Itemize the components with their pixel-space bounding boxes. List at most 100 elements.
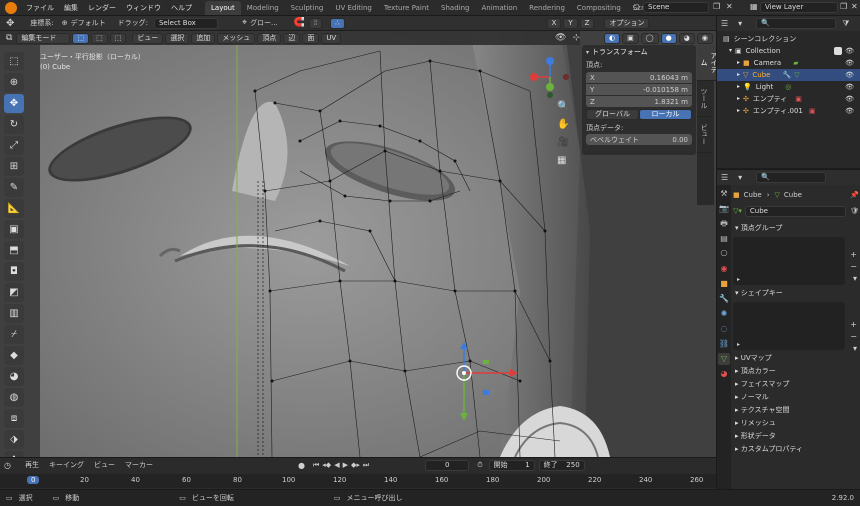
inset-tool-icon[interactable]: ◘	[4, 262, 24, 281]
3d-viewport[interactable]: ⧉ 編集モード ⬚ ⬚ ⬚ ビュー 選択 追加 メッシュ 頂点 辺 面 UV 👁…	[0, 31, 716, 457]
collapse-arrow-icon[interactable]: ▾	[586, 49, 589, 56]
view-layer-selector[interactable]: View Layer	[760, 2, 838, 13]
spin-tool-icon[interactable]: ◕	[4, 367, 24, 386]
shape-menu-icon[interactable]: ▾	[853, 344, 857, 353]
material-props-icon[interactable]: ◕	[718, 368, 730, 380]
bevel-weight-field[interactable]: ベベルウェイト 0.00	[586, 134, 692, 145]
tab-texture-paint[interactable]: Texture Paint	[378, 1, 435, 15]
transform-tool-icon[interactable]: ✥	[6, 18, 14, 29]
list-expand-icon[interactable]: ▸	[737, 276, 740, 283]
menu-file[interactable]: ファイル	[21, 0, 59, 16]
menu-window[interactable]: ウィンドウ	[121, 0, 166, 16]
menu-select[interactable]: 選択	[165, 32, 190, 44]
playback-menu[interactable]: 再生	[25, 460, 39, 470]
shape-add-icon[interactable]: +	[850, 320, 857, 329]
list-expand-icon[interactable]: ▸	[737, 341, 740, 348]
add-cube-tool-icon[interactable]: ▣	[4, 220, 24, 239]
coord-value[interactable]: デフォルト	[71, 18, 106, 28]
checkbox-icon[interactable]	[834, 47, 842, 55]
z-field[interactable]: Z 1.8321 m	[586, 96, 692, 107]
expand-icon[interactable]: ▸	[737, 105, 740, 117]
play-reverse-icon[interactable]: ◀	[334, 461, 339, 469]
eye-icon[interactable]: 👁	[845, 81, 854, 93]
filter-icon[interactable]: ▾	[738, 19, 742, 28]
coord-pivot-icon[interactable]: ⊕	[62, 19, 68, 27]
copy-view-layer-icon[interactable]: ❐	[840, 2, 847, 11]
vertex-select-mode[interactable]: ⬚	[72, 32, 90, 44]
loop-cut-tool-icon[interactable]: ▥	[4, 304, 24, 323]
menu-uv[interactable]: UV	[321, 32, 342, 44]
section-shape-keys[interactable]: ▾ シェイプキー	[733, 287, 859, 300]
menu-mesh[interactable]: メッシュ	[217, 32, 256, 44]
mirror-z-button[interactable]: Z	[579, 17, 595, 29]
overlay-icon[interactable]: ◐	[604, 33, 621, 44]
visibility-icon[interactable]: 👁	[555, 33, 566, 43]
tab-uv-editing[interactable]: UV Editing	[329, 1, 378, 15]
outliner-row-camera[interactable]: ▸ ■ Camera ▰ 👁	[717, 57, 860, 69]
extrude-tool-icon[interactable]: ⬒	[4, 241, 24, 260]
list-add-icon[interactable]: +	[850, 250, 857, 259]
expand-icon[interactable]: ▸	[737, 93, 740, 105]
menu-view[interactable]: ビュー	[132, 32, 164, 44]
render-props-icon[interactable]: 📷	[718, 203, 730, 215]
pan-hand-icon[interactable]: ✋	[557, 119, 573, 137]
constraints-props-icon[interactable]: ⛓	[718, 338, 730, 350]
expand-icon[interactable]: ▸	[737, 69, 740, 81]
grid-toggle-icon[interactable]: ▦	[557, 155, 573, 173]
jump-start-icon[interactable]: ⏮	[313, 461, 319, 470]
select-box-tool-icon[interactable]: ⬚	[4, 52, 24, 71]
edge-select-mode[interactable]: ⬚	[91, 32, 108, 44]
move-tool-icon[interactable]: ✥	[4, 94, 24, 113]
properties-search[interactable]: 🔍	[756, 172, 827, 183]
x-field[interactable]: X 0.16043 m	[586, 72, 692, 83]
menu-vertex[interactable]: 頂点	[257, 32, 282, 44]
eye-icon[interactable]: 👁	[845, 57, 854, 69]
section-texture-space[interactable]: ▸ テクスチャ空間	[733, 404, 859, 417]
section-custom-properties[interactable]: ▸ カスタムプロパティ	[733, 443, 859, 456]
outliner-row-empty-001[interactable]: ▸ ✣ エンプティ.001 ▣ 👁	[717, 105, 860, 117]
view-layer-props-icon[interactable]: ▤	[718, 233, 730, 245]
timeline-ruler[interactable]: 0 20 40 60 80 100 120 140 160 180 200 22…	[0, 474, 716, 488]
eye-icon[interactable]: 👁	[845, 105, 854, 117]
transform-pivot[interactable]: グロー...	[250, 18, 278, 28]
scale-tool-icon[interactable]: ⤢	[4, 136, 24, 155]
snap-type-button[interactable]: ⦙⦙	[308, 17, 323, 29]
close-scene-icon[interactable]: ✕	[726, 2, 733, 11]
tool-props-icon[interactable]: ⚒	[718, 188, 730, 200]
shrink-fatten-tool-icon[interactable]: ⬗	[4, 430, 24, 449]
tab-animation[interactable]: Animation	[475, 1, 523, 15]
menu-add[interactable]: 追加	[191, 32, 216, 44]
rotate-tool-icon[interactable]: ↻	[4, 115, 24, 134]
outliner-type-icon[interactable]: ☰	[721, 19, 728, 28]
section-uv-maps[interactable]: ▸ UVマップ	[733, 352, 859, 365]
outliner-row-empty[interactable]: ▸ ✣ エンプティ ▣ 👁	[717, 93, 860, 105]
eye-icon[interactable]: 👁	[845, 45, 854, 57]
view-menu[interactable]: ビュー	[94, 460, 115, 470]
section-remesh[interactable]: ▸ リメッシュ	[733, 417, 859, 430]
section-vertex-groups[interactable]: ▾ 頂点グループ	[733, 222, 859, 235]
world-props-icon[interactable]: ◉	[718, 263, 730, 275]
properties-type-icon[interactable]: ☰	[721, 173, 728, 182]
edge-slide-tool-icon[interactable]: ⧈	[4, 409, 24, 428]
eye-icon[interactable]: 👁	[845, 69, 854, 81]
modifier-props-icon[interactable]: 🔧	[718, 293, 730, 305]
pin-icon[interactable]: 📌	[850, 191, 859, 199]
jump-end-icon[interactable]: ⏭	[363, 461, 369, 470]
fake-user-icon[interactable]: 🛡	[850, 207, 859, 215]
shape-keys-list[interactable]: ▸	[733, 302, 845, 350]
outliner-row-light[interactable]: ▸ 💡 Light ◎ 👁	[717, 81, 860, 93]
mode-selector[interactable]: 編集モード	[16, 32, 71, 44]
options-button[interactable]: オプション	[604, 17, 650, 29]
poly-build-tool-icon[interactable]: ◆	[4, 346, 24, 365]
copy-scene-icon[interactable]: ❐	[713, 2, 720, 11]
measure-tool-icon[interactable]: 📐	[4, 199, 24, 218]
face-select-mode[interactable]: ⬚	[109, 32, 127, 44]
mesh-name-field[interactable]: Cube	[744, 205, 847, 217]
particles-props-icon[interactable]: ✺	[718, 308, 730, 320]
clock-icon[interactable]: ⏱	[477, 461, 482, 470]
section-geometry-data[interactable]: ▸ 形状データ	[733, 430, 859, 443]
orientation-icon[interactable]: ⌖	[242, 18, 247, 28]
expand-icon[interactable]: ▸	[737, 81, 740, 93]
menu-edit[interactable]: 編集	[59, 0, 83, 16]
object-props-icon[interactable]: ■	[718, 278, 730, 290]
